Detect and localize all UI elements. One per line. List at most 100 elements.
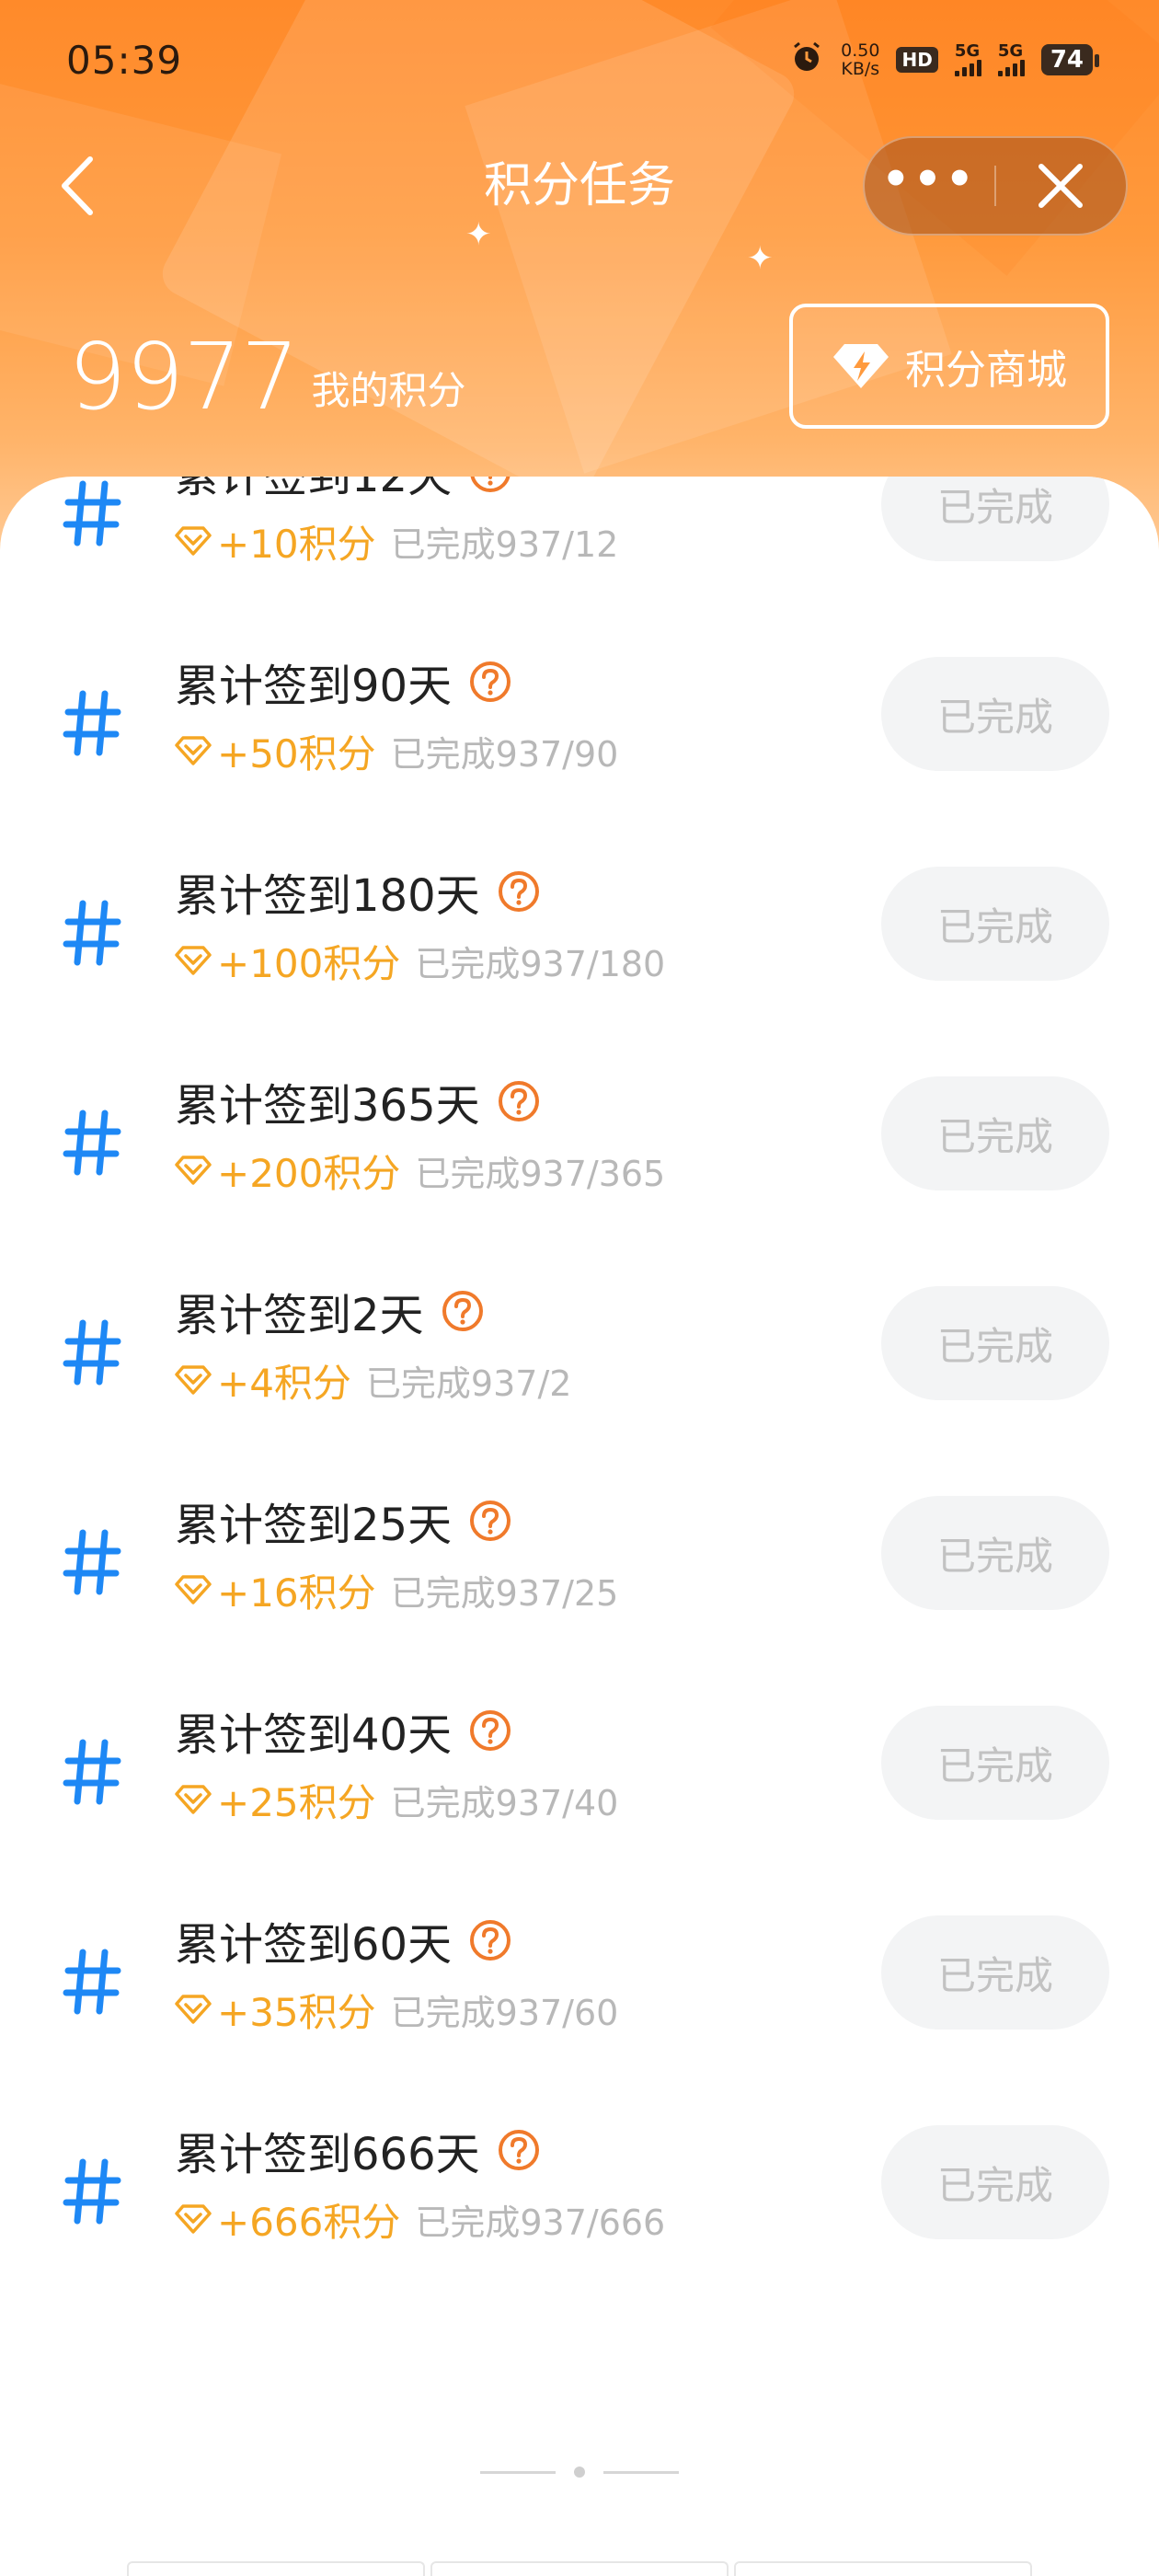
my-points: 9977 我的积分 (68, 313, 466, 423)
net-speed: 0.50 KB/s (841, 41, 879, 78)
task-completed-button[interactable]: 已完成 (881, 1076, 1109, 1190)
task-item: 累计签到2天 +4积分 已完成937/2 已完成 (0, 1279, 1159, 1489)
task-title-row: 累计签到40天 (175, 1698, 512, 1763)
task-reward: +25积分 (175, 1772, 376, 1828)
page-indicator (0, 2458, 1159, 2486)
sparkle-icon: ✦ (747, 240, 774, 277)
bottom-edge-segment (127, 2561, 425, 2576)
task-completed-button[interactable]: 已完成 (881, 1496, 1109, 1610)
task-meta: +200积分 已完成937/365 (175, 1143, 665, 1198)
task-completed-button[interactable]: 已完成 (881, 1706, 1109, 1820)
hashtag-icon (63, 2158, 121, 2225)
hashtag-icon (63, 1529, 121, 1595)
more-dots-icon: ••• (881, 154, 978, 205)
hashtag-icon (63, 480, 121, 546)
hashtag-icon (63, 1319, 121, 1386)
task-completed-button[interactable]: 已完成 (881, 657, 1109, 771)
task-title: 累计签到180天 (175, 870, 480, 922)
task-meta: +50积分 已完成937/90 (175, 723, 618, 778)
task-title-row: 累计签到365天 (175, 1069, 541, 1133)
task-meta: +100积分 已完成937/180 (175, 933, 665, 988)
network-type: 5G (954, 41, 981, 61)
hashtag-icon (63, 1110, 121, 1176)
task-title: 累计签到90天 (175, 661, 453, 712)
points-mall-label: 积分商城 (905, 347, 1067, 394)
task-meta: +16积分 已完成937/25 (175, 1562, 618, 1617)
task-title: 累计签到666天 (175, 2129, 480, 2180)
hd-badge: HD (896, 47, 938, 73)
lightning-diamond-icon (833, 344, 889, 388)
task-item: 累计签到40天 +25积分 已完成937/40 已完成 (0, 1698, 1159, 1908)
help-icon[interactable] (468, 1499, 512, 1543)
hashtag-icon (63, 1739, 121, 1805)
task-title-row: 累计签到666天 (175, 2118, 541, 2182)
task-completed-button[interactable]: 已完成 (881, 867, 1109, 981)
task-card: 累计签到12天 +10积分 已完成937/12 已完成 累计签到90天 +50积… (0, 477, 1159, 2576)
close-icon (1039, 164, 1084, 208)
task-progress: 已完成937/90 (390, 733, 619, 775)
help-icon[interactable] (441, 1289, 485, 1333)
signal-bars-icon (997, 60, 1025, 76)
task-reward: +4积分 (175, 1352, 351, 1409)
task-title: 累计签到25天 (175, 1500, 453, 1551)
task-reward-label: +200积分 (217, 1150, 401, 1196)
close-button[interactable] (996, 138, 1126, 234)
help-icon[interactable] (497, 2128, 541, 2172)
task-meta: +10积分 已完成937/12 (175, 513, 618, 569)
task-item: 累计签到180天 +100积分 已完成937/180 已完成 (0, 859, 1159, 1069)
help-icon[interactable] (497, 1079, 541, 1123)
help-icon[interactable] (497, 869, 541, 914)
hashtag-icon (63, 690, 121, 756)
task-progress: 已完成937/12 (390, 523, 619, 565)
pager-line (603, 2470, 679, 2474)
task-title: 累计签到365天 (175, 1080, 480, 1132)
help-icon[interactable] (468, 1708, 512, 1753)
diamond-icon (175, 1994, 212, 2025)
pager-line (480, 2470, 556, 2474)
alarm-icon (789, 40, 824, 81)
miniprogram-capsule: ••• (863, 136, 1128, 236)
task-reward-label: +666积分 (217, 2199, 401, 2245)
task-progress: 已完成937/2 (365, 1363, 572, 1404)
diamond-icon (175, 525, 212, 557)
task-item: 累计签到90天 +50积分 已完成937/90 已完成 (0, 650, 1159, 859)
points-task-page: ✦ ✦ 05:39 0.50 KB/s HD 5G 5G 74 积分任务 •••… (0, 0, 1159, 2576)
task-reward-label: +100积分 (217, 940, 401, 986)
task-reward: +16积分 (175, 1562, 376, 1618)
task-reward: +35积分 (175, 1982, 376, 2038)
network-type: 5G (997, 41, 1024, 61)
task-meta: +666积分 已完成937/666 (175, 2191, 665, 2247)
help-icon[interactable] (468, 1918, 512, 1962)
task-completed-button[interactable]: 已完成 (881, 1915, 1109, 2030)
hashtag-icon (63, 1949, 121, 2015)
task-reward-label: +4积分 (217, 1360, 351, 1406)
pager-dot (574, 2467, 585, 2478)
task-progress: 已完成937/40 (390, 1782, 619, 1823)
task-completed-button[interactable]: 已完成 (881, 2125, 1109, 2239)
signal-5g-sim2: 5G (997, 41, 1025, 76)
hashtag-icon (63, 900, 121, 966)
task-reward: +200积分 (175, 1143, 400, 1199)
help-icon[interactable] (468, 660, 512, 704)
net-speed-value: 0.50 (841, 40, 880, 61)
help-icon[interactable] (468, 477, 512, 494)
signal-bars-icon (954, 60, 981, 76)
more-button[interactable]: ••• (865, 138, 994, 234)
task-reward: +10积分 (175, 513, 376, 569)
points-mall-button[interactable]: 积分商城 (789, 304, 1109, 429)
task-title-row: 累计签到12天 (175, 477, 512, 504)
task-title-row: 累计签到180天 (175, 859, 541, 924)
points-label: 我的积分 (311, 368, 466, 413)
task-title-row: 累计签到90天 (175, 650, 512, 714)
bottom-edge (127, 2561, 1032, 2576)
task-completed-button[interactable]: 已完成 (881, 1286, 1109, 1400)
task-progress: 已完成937/180 (415, 943, 666, 984)
task-reward-label: +25积分 (217, 1779, 376, 1825)
task-title-row: 累计签到2天 (175, 1279, 485, 1343)
task-completed-button[interactable]: 已完成 (881, 477, 1109, 561)
task-item: 累计签到666天 +666积分 已完成937/666 已完成 (0, 2118, 1159, 2328)
task-meta: +4积分 已完成937/2 (175, 1352, 571, 1408)
task-title: 累计签到60天 (175, 1919, 453, 1971)
task-title: 累计签到40天 (175, 1709, 453, 1761)
signal-5g-sim1: 5G (954, 41, 981, 76)
